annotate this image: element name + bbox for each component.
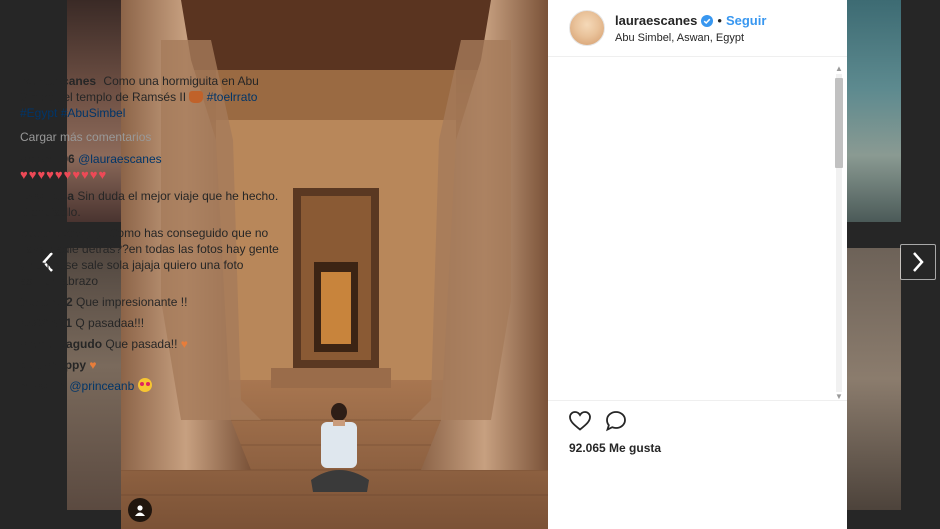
comment-bubble-icon[interactable]	[604, 409, 628, 433]
comments-list: lauraescanes Como una hormiguita en Abu …	[20, 73, 282, 400]
caption-username[interactable]: lauraescanes	[20, 74, 96, 88]
comment-item: missitth @princeanb	[20, 378, 282, 394]
follow-button[interactable]: Seguir	[726, 13, 766, 28]
neighbor-post-thumbnail	[847, 248, 901, 510]
location-link[interactable]: Abu Simbel, Aswan, Egypt	[615, 32, 744, 44]
comments-scrollbar[interactable]: ▲ ▼	[833, 65, 845, 401]
comment-username[interactable]: cacahuetesjaja	[20, 226, 105, 240]
comment-item: jess_loca Sin duda el mejor viaje que he…	[20, 188, 282, 220]
next-post-button[interactable]	[900, 244, 936, 280]
comment-item: tocados2 Que impresionante !!	[20, 294, 282, 310]
scroll-up-icon[interactable]: ▲	[835, 65, 843, 73]
comment-item: beaishappy ♥	[20, 357, 282, 373]
user-icon	[135, 505, 145, 516]
hearts-emoji-row: ♥♥♥♥♥♥♥♥♥♥	[20, 167, 108, 182]
comment-text: Que impresionante !!	[76, 295, 188, 309]
actions-bar: 92.065 Me gusta	[548, 400, 847, 529]
comment-item: cacahuetesjaja Como has conseguido que n…	[20, 225, 282, 289]
comment-mention[interactable]: @princeanb	[69, 379, 134, 393]
post-caption: lauraescanes Como una hormiguita en Abu …	[20, 73, 282, 121]
likes-count[interactable]: 92.065 Me gusta	[569, 441, 661, 455]
avatar[interactable]	[569, 10, 605, 46]
username-row: lauraescanes • Seguir	[615, 13, 766, 28]
scrollbar-thumb[interactable]	[835, 78, 843, 168]
orange-heart-emoji-icon: ♥	[180, 337, 188, 351]
load-more-comments-link[interactable]: Cargar más comentarios	[20, 129, 282, 145]
post-header: lauraescanes • Seguir Abu Simbel, Aswan,…	[548, 0, 847, 57]
comment-text: Que pasada!!	[105, 337, 178, 351]
comment-item: siempreagudo Que pasada!! ♥	[20, 336, 282, 352]
heart-eyes-emoji-icon	[137, 378, 152, 392]
comment-username[interactable]: missitth	[20, 379, 66, 393]
heart-outline-icon[interactable]	[568, 409, 592, 433]
tagged-users-button[interactable]	[128, 498, 152, 522]
neighbor-post-thumbnail	[847, 0, 901, 222]
emoji-icon	[189, 91, 204, 103]
comment-mention[interactable]: @lauraescanes	[78, 152, 162, 166]
post-username[interactable]: lauraescanes	[615, 13, 697, 28]
comment-item: ro221991 Q pasadaa!!!	[20, 315, 282, 331]
comment-username[interactable]: tocados2	[20, 295, 73, 309]
comment-username[interactable]: beaishappy	[20, 358, 86, 372]
comment-username[interactable]: smsm_06	[20, 152, 75, 166]
comment-username[interactable]: jess_loca	[20, 189, 74, 203]
comment-username[interactable]: siempreagudo	[20, 337, 102, 351]
verified-badge-icon	[701, 14, 714, 27]
comment-item: smsm_06 @lauraescanes ♥♥♥♥♥♥♥♥♥♥	[20, 151, 282, 183]
comment-text: Q pasadaa!!!	[75, 316, 145, 330]
post-details-panel: lauraescanes • Seguir Abu Simbel, Aswan,…	[548, 0, 847, 529]
orange-heart-emoji-icon: ♥	[89, 358, 97, 372]
scroll-down-icon[interactable]: ▼	[835, 393, 843, 401]
comment-username[interactable]: ro221991	[20, 316, 72, 330]
chevron-right-icon	[913, 252, 924, 272]
separator-dot: •	[717, 13, 722, 28]
